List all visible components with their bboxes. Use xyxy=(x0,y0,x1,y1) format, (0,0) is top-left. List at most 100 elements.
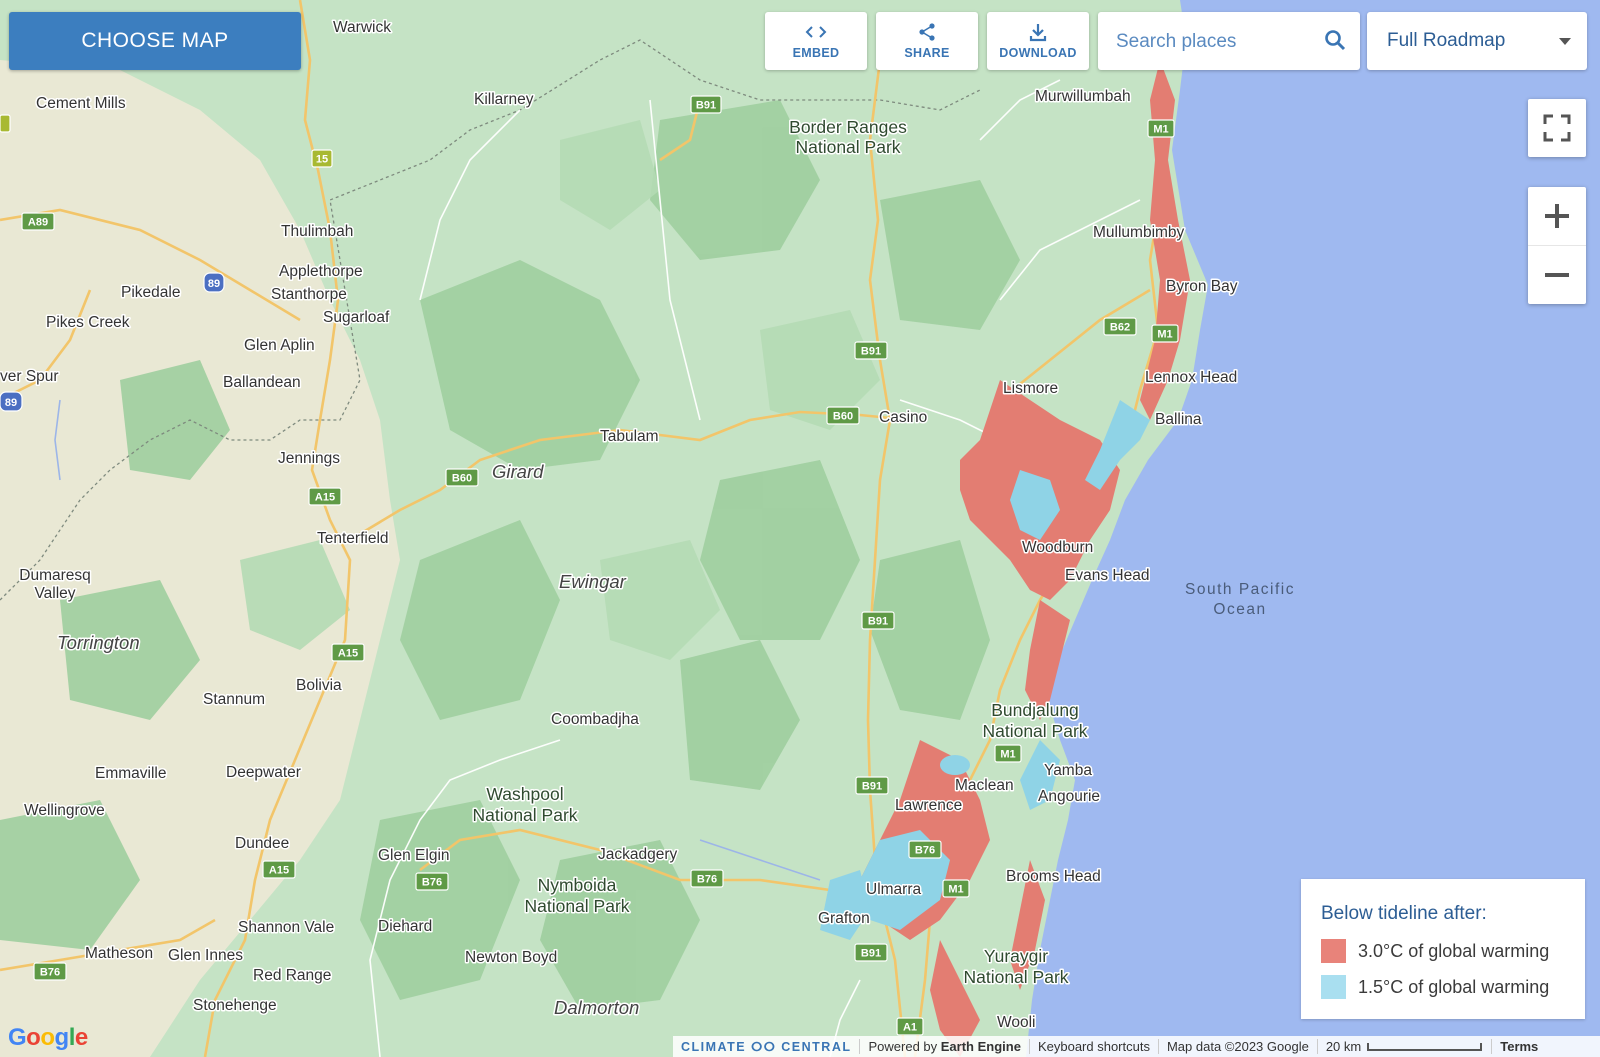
place-angourie: Angourie xyxy=(1038,788,1100,805)
search-icon[interactable] xyxy=(1324,29,1346,51)
place-deepwater: Deepwater xyxy=(226,764,301,781)
svg-text:B62: B62 xyxy=(1110,322,1130,334)
shield-m1-ulmarra: M1 xyxy=(942,879,970,898)
shield-b76-west: B76 xyxy=(33,962,67,981)
place-murwillumbah: Murwillumbah xyxy=(1035,88,1131,105)
svg-text:A89: A89 xyxy=(28,217,48,229)
place-glen-elgin: Glen Elgin xyxy=(378,847,450,864)
place-lennox-head: Lennox Head xyxy=(1145,369,1237,386)
svg-text:89: 89 xyxy=(208,278,220,290)
keyboard-shortcuts-link[interactable]: Keyboard shortcuts xyxy=(1028,1039,1158,1054)
shield-b91-north: B91 xyxy=(690,95,722,114)
scale-line xyxy=(1367,1042,1483,1051)
place-brooms-head: Brooms Head xyxy=(1006,868,1101,885)
google-logo: Google xyxy=(8,1024,88,1051)
place-washpool-2: National Park xyxy=(472,805,577,825)
place-woodburn: Woodburn xyxy=(1022,539,1093,556)
map-type-select[interactable]: Full Roadmap xyxy=(1367,12,1587,70)
svg-text:89: 89 xyxy=(5,397,17,409)
place-glen-aplin: Glen Aplin xyxy=(244,337,315,354)
legend-item-3c: 3.0°C of global warming xyxy=(1321,939,1549,963)
place-girard: Girard xyxy=(492,461,544,482)
place-killarney: Killarney xyxy=(474,91,534,108)
place-washpool-1: Washpool xyxy=(486,784,563,804)
place-jackadgery: Jackadgery xyxy=(598,846,678,863)
place-tenterfield: Tenterfield xyxy=(317,530,389,547)
place-matheson: Matheson xyxy=(85,945,153,962)
place-wooli: Wooli xyxy=(997,1014,1035,1031)
place-thulimbah: Thulimbah xyxy=(281,223,353,240)
svg-text:A15: A15 xyxy=(338,648,358,660)
climate-central-logo[interactable]: CLIMATE ⵔⵔ CENTRAL xyxy=(673,1039,859,1054)
legend-title: Below tideline after: xyxy=(1321,903,1487,924)
shield-b62: B62 xyxy=(1103,317,1137,336)
svg-text:A1: A1 xyxy=(903,1022,917,1034)
embed-label: EMBED xyxy=(792,46,840,60)
attribution-bar: CLIMATE ⵔⵔ CENTRAL Powered by Earth Engi… xyxy=(673,1036,1600,1057)
place-nymboida-1: Nymboida xyxy=(538,875,617,895)
search-input[interactable] xyxy=(1114,26,1318,58)
place-sugarloaf: Sugarloaf xyxy=(323,309,390,326)
shield-42-partial xyxy=(0,114,11,133)
place-lismore: Lismore xyxy=(1003,380,1058,397)
svg-text:15: 15 xyxy=(316,154,328,166)
zoom-in-button[interactable] xyxy=(1528,187,1586,246)
place-bundjalung-2: National Park xyxy=(982,721,1087,741)
plus-icon xyxy=(1545,204,1569,228)
svg-text:M1: M1 xyxy=(1000,749,1015,761)
place-wellingrove: Wellingrove xyxy=(24,802,105,819)
legend-swatch-1-5c xyxy=(1321,975,1346,999)
place-warwick: Warwick xyxy=(333,19,391,36)
svg-text:B91: B91 xyxy=(862,781,882,793)
scale-bar[interactable]: 20 km xyxy=(1316,1039,1491,1054)
chevron-down-icon xyxy=(1559,38,1571,45)
choose-map-button[interactable]: CHOOSE MAP xyxy=(9,12,301,70)
share-icon xyxy=(919,23,935,41)
place-ballandean: Ballandean xyxy=(223,374,301,391)
map-type-value: Full Roadmap xyxy=(1387,30,1506,51)
place-stonehenge: Stonehenge xyxy=(193,997,277,1014)
svg-text:M1: M1 xyxy=(1153,124,1168,136)
svg-text:M1: M1 xyxy=(948,884,963,896)
place-red-range: Red Range xyxy=(253,967,331,984)
place-emmaville: Emmaville xyxy=(95,765,166,782)
place-pikedale: Pikedale xyxy=(121,284,180,301)
svg-text:B60: B60 xyxy=(833,411,853,423)
svg-text:B76: B76 xyxy=(915,845,935,857)
place-ulmarra: Ulmarra xyxy=(866,881,921,898)
svg-text:B91: B91 xyxy=(868,616,888,628)
shield-15: 15 xyxy=(311,149,333,168)
share-button[interactable]: SHARE xyxy=(876,12,978,70)
svg-text:B91: B91 xyxy=(696,100,716,112)
legend-swatch-3c xyxy=(1321,939,1346,963)
place-border-ranges-2: National Park xyxy=(795,137,900,157)
place-stannum: Stannum xyxy=(203,691,265,708)
place-yamba: Yamba xyxy=(1044,762,1092,779)
shield-a1: A1 xyxy=(896,1017,924,1036)
place-stanthorpe: Stanthorpe xyxy=(271,286,347,303)
shield-b91-grafton: B91 xyxy=(854,943,888,962)
svg-text:B76: B76 xyxy=(697,874,717,886)
place-border-ranges-1: Border Ranges xyxy=(789,117,907,137)
code-icon xyxy=(805,26,827,38)
place-jennings: Jennings xyxy=(278,450,340,467)
fullscreen-button[interactable] xyxy=(1528,99,1586,157)
svg-text:M1: M1 xyxy=(1157,329,1172,341)
legend-label-1-5c: 1.5°C of global warming xyxy=(1358,976,1550,997)
zoom-out-button[interactable] xyxy=(1528,246,1586,304)
place-diehard: Diehard xyxy=(378,918,432,935)
place-evans-head: Evans Head xyxy=(1065,567,1149,584)
shield-b91-casino: B91 xyxy=(854,341,888,360)
shield-a15-mid: A15 xyxy=(331,643,365,662)
download-label: DOWNLOAD xyxy=(999,46,1077,60)
shield-a15-north: A15 xyxy=(308,487,342,506)
embed-button[interactable]: EMBED xyxy=(765,12,867,70)
terms-link[interactable]: Terms xyxy=(1491,1039,1546,1054)
place-dundee: Dundee xyxy=(235,835,289,852)
place-newton-boyd: Newton Boyd xyxy=(465,949,557,966)
download-button[interactable]: DOWNLOAD xyxy=(987,12,1089,70)
place-mullumbimby: Mullumbimby xyxy=(1093,224,1185,241)
shield-m1-lennox: M1 xyxy=(1151,324,1179,343)
shield-m1-maclean: M1 xyxy=(994,744,1022,763)
place-yuraygir-2: National Park xyxy=(963,967,1068,987)
